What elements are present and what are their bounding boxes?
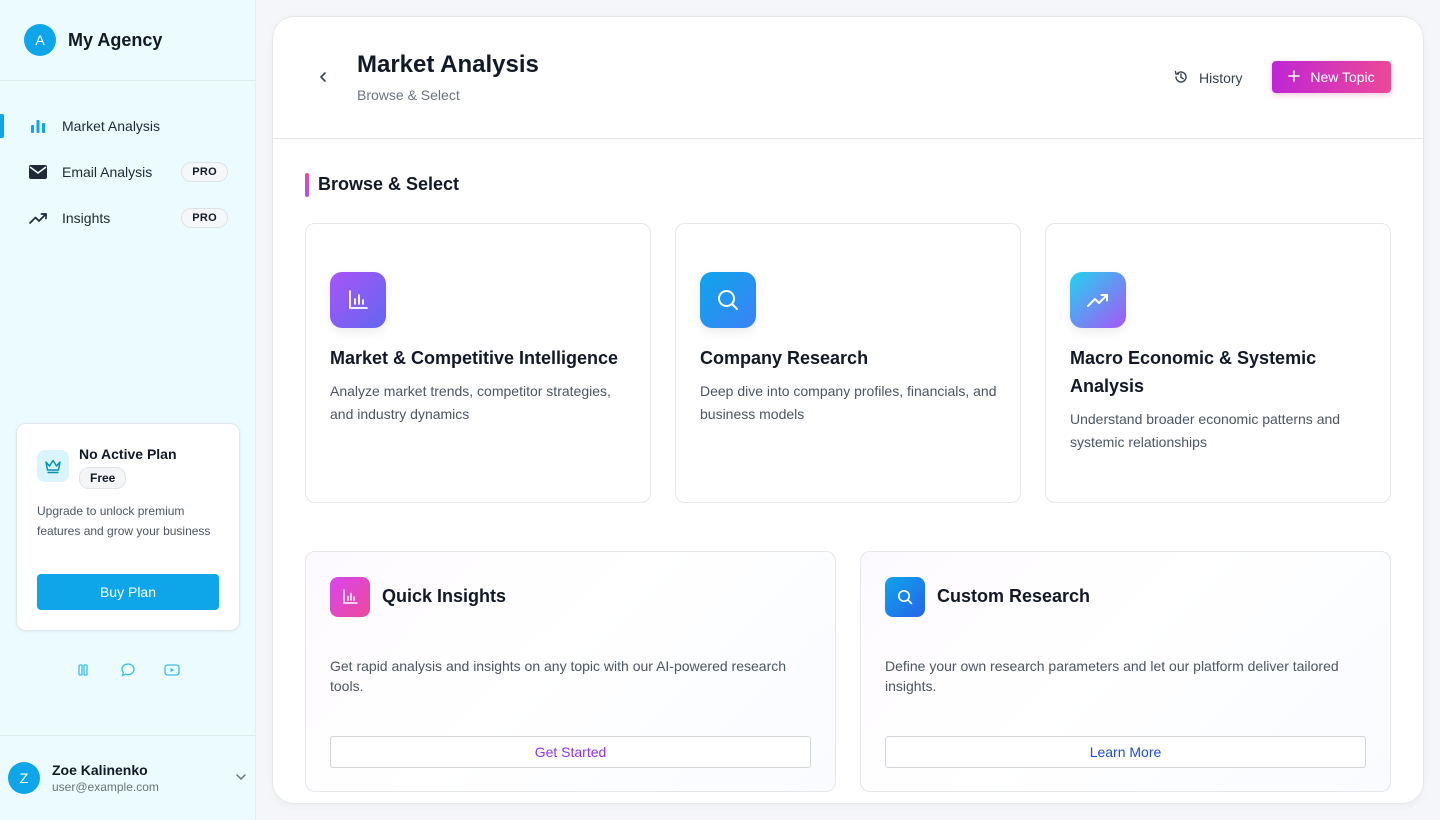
user-menu[interactable]: Z Zoe Kalinenko user@example.com	[8, 760, 248, 796]
main-panel: Market Analysis Browse & Select History …	[272, 16, 1424, 804]
plan-title: No Active Plan	[79, 446, 177, 462]
history-button[interactable]: History	[1173, 67, 1243, 89]
user-divider	[0, 735, 255, 736]
feature-title: Quick Insights	[382, 586, 507, 606]
trending-up-icon	[1070, 272, 1126, 328]
social-links	[76, 662, 180, 678]
sidebar-divider	[0, 80, 255, 81]
card-description: Analyze market trends, competitor strate…	[330, 383, 611, 422]
card-market-competitive-intelligence[interactable]: Market & Competitive Intelligence Analyz…	[305, 223, 651, 503]
plus-icon	[1288, 69, 1301, 85]
sidebar-item-insights[interactable]: Insights PRO	[0, 195, 256, 241]
trending-up-icon	[28, 208, 48, 228]
new-topic-label: New Topic	[1310, 69, 1375, 85]
user-name: Zoe Kalinenko	[52, 762, 148, 778]
plan-card: No Active Plan Free Upgrade to unlock pr…	[16, 423, 240, 631]
buy-plan-button[interactable]: Buy Plan	[37, 574, 219, 610]
search-icon	[700, 272, 756, 328]
sidebar-item-email-analysis[interactable]: Email Analysis PRO	[0, 149, 256, 195]
brand-avatar: A	[24, 24, 56, 56]
card-title: Market & Competitive Intelligence	[330, 348, 619, 368]
history-label: History	[1199, 70, 1243, 86]
feature-quick-insights: Quick Insights Get rapid analysis and in…	[305, 551, 836, 792]
page-header: Market Analysis Browse & Select History …	[273, 17, 1423, 139]
feature-custom-research: Custom Research Define your own research…	[860, 551, 1391, 792]
library-icon[interactable]	[76, 662, 92, 678]
plan-description: Upgrade to unlock premium features and g…	[37, 504, 211, 538]
bar-chart-icon	[330, 272, 386, 328]
card-title: Company Research	[700, 348, 869, 368]
new-topic-button[interactable]: New Topic	[1272, 61, 1391, 93]
section-title: Browse & Select	[318, 174, 460, 194]
card-macro-economic-analysis[interactable]: Macro Economic & Systemic Analysis Under…	[1045, 223, 1391, 503]
page-subtitle: Browse & Select	[357, 87, 460, 103]
brand[interactable]: A My Agency	[24, 24, 162, 56]
sidebar: A My Agency Market Analysis Email Analys…	[0, 0, 256, 820]
chevron-left-icon	[320, 72, 326, 82]
user-email: user@example.com	[52, 780, 159, 794]
brand-name: My Agency	[68, 29, 163, 50]
feature-description: Get rapid analysis and insights on any t…	[330, 658, 787, 694]
user-info: Zoe Kalinenko user@example.com	[52, 762, 159, 794]
sidebar-item-label: Insights	[62, 210, 111, 226]
sidebar-item-label: Market Analysis	[62, 118, 161, 134]
youtube-icon[interactable]	[164, 662, 180, 678]
chevron-down-icon	[234, 770, 248, 789]
sidebar-item-market-analysis[interactable]: Market Analysis	[0, 103, 256, 149]
get-started-button[interactable]: Get Started	[330, 736, 811, 768]
crown-icon	[37, 450, 69, 482]
card-title: Macro Economic & Systemic Analysis	[1070, 348, 1317, 396]
history-icon	[1173, 69, 1189, 88]
feature-description: Define your own research parameters and …	[885, 658, 1339, 694]
sidebar-nav: Market Analysis Email Analysis PRO Insig…	[0, 103, 256, 241]
chat-icon[interactable]	[120, 662, 136, 678]
plan-tier-badge: Free	[79, 467, 127, 489]
bar-chart-icon	[28, 116, 48, 136]
page-title: Market Analysis	[357, 51, 539, 78]
back-button[interactable]	[313, 67, 333, 87]
avatar: Z	[8, 762, 40, 794]
feature-title: Custom Research	[937, 586, 1091, 606]
pro-badge: PRO	[181, 208, 228, 228]
section-accent-bar	[305, 173, 309, 197]
bar-chart-icon	[330, 577, 370, 617]
search-icon	[885, 577, 925, 617]
card-company-research[interactable]: Company Research Deep dive into company …	[675, 223, 1021, 503]
pro-badge: PRO	[181, 162, 228, 182]
card-description: Deep dive into company profiles, financi…	[700, 383, 997, 422]
sidebar-item-label: Email Analysis	[62, 164, 153, 180]
mail-icon	[28, 162, 48, 182]
card-description: Understand broader economic patterns and…	[1070, 411, 1341, 450]
learn-more-button[interactable]: Learn More	[885, 736, 1366, 768]
